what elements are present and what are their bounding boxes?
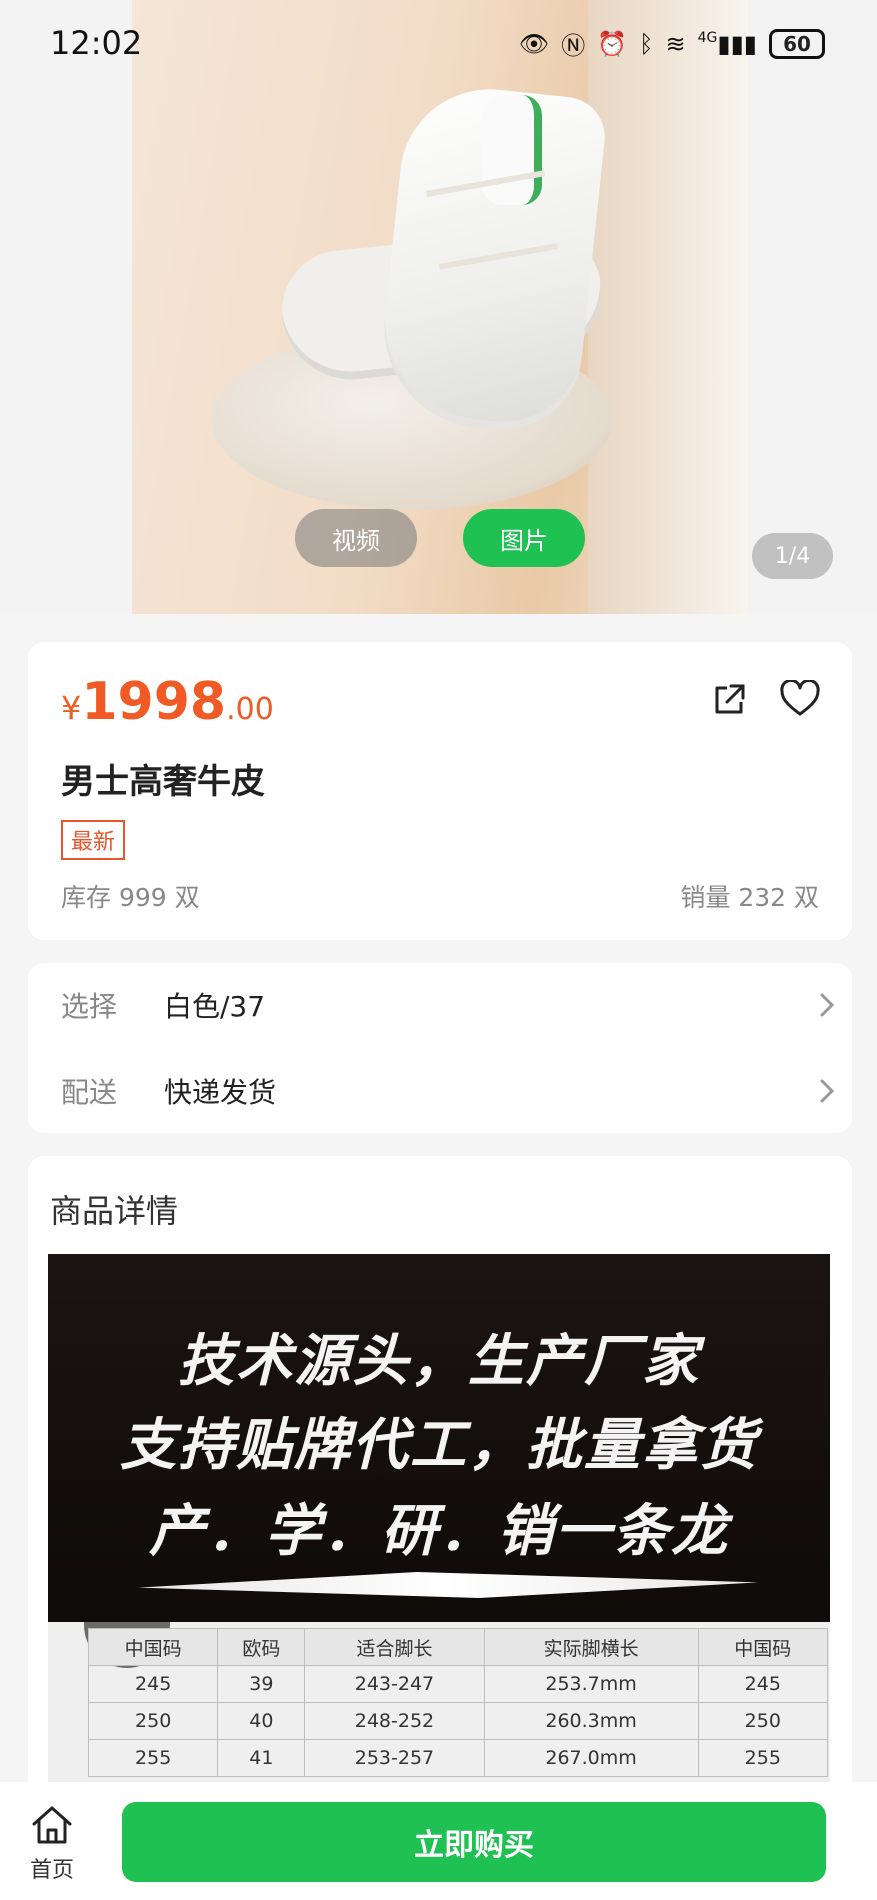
table-header-row: 中国码 欧码 适合脚长 实际脚横长 中国码 xyxy=(87,1628,829,1666)
size-chart-image: 中国码 欧码 适合脚长 实际脚横长 中国码 245 39 243-247 253… xyxy=(48,1622,830,1782)
nfc-icon: Ⓝ xyxy=(561,32,586,60)
shipping-row[interactable]: 配送 快递发货 xyxy=(28,1049,852,1133)
options-card: 选择 白色/37 配送 快递发货 xyxy=(28,963,852,1133)
table-cell: 245 xyxy=(87,1665,219,1703)
tab-image[interactable]: 图片 xyxy=(463,509,585,567)
table-cell: 39 xyxy=(217,1665,306,1703)
table-cell: 255 xyxy=(697,1739,829,1777)
select-value: 白色/37 xyxy=(164,990,266,1023)
home-icon xyxy=(32,1806,72,1844)
image-counter: 1/4 xyxy=(752,533,833,579)
poster-line: 支持贴牌代工，批量拿货 xyxy=(120,1413,758,1478)
spec-select-row[interactable]: 选择 白色/37 xyxy=(28,963,852,1047)
battery-icon: 60 xyxy=(769,28,825,59)
product-photo[interactable] xyxy=(132,0,748,614)
details-heading: 商品详情 xyxy=(50,1192,179,1230)
product-title: 男士高奢牛皮 xyxy=(61,762,265,802)
stock-count: 库存 999 双 xyxy=(61,883,200,912)
table-cell: 41 xyxy=(217,1739,306,1777)
status-time: 12:02 xyxy=(50,24,143,62)
home-button[interactable]: 首页 xyxy=(22,1804,82,1884)
home-label: 首页 xyxy=(29,1858,74,1883)
table-cell: 245 xyxy=(697,1665,829,1703)
table-header: 适合脚长 xyxy=(304,1628,485,1666)
favorite-heart-icon[interactable] xyxy=(780,680,820,718)
table-cell: 253-257 xyxy=(304,1739,485,1777)
table-cell: 267.0mm xyxy=(483,1739,699,1777)
table-header: 欧码 xyxy=(217,1628,306,1666)
product-info-card: ¥ 1998 .00 男士高奢牛皮 最新 库存 999 双 销量 232 双 xyxy=(28,642,852,940)
status-icons: 👁 Ⓝ ⏰ ᛒ ≋ 4G▮▮▮ 60 xyxy=(519,26,825,61)
price-symbol: ¥ xyxy=(61,689,82,727)
table-row: 250 40 248-252 260.3mm 250 xyxy=(87,1702,829,1740)
detail-poster-image: 技术源头，生产厂家 支持贴牌代工，批量拿货 产．学．研．销一条龙 xyxy=(48,1254,830,1624)
table-cell: 248-252 xyxy=(304,1702,485,1740)
shipping-value: 快递发货 xyxy=(164,1076,277,1109)
tab-video[interactable]: 视频 xyxy=(295,509,417,567)
price: ¥ 1998 .00 xyxy=(61,672,274,732)
table-cell: 253.7mm xyxy=(483,1665,699,1703)
chevron-right-icon xyxy=(820,993,835,1017)
product-gallery[interactable]: 视频 图片 1/4 xyxy=(0,0,877,614)
chevron-right-icon xyxy=(820,1079,835,1103)
sales-count: 销量 232 双 xyxy=(680,883,819,912)
table-row: 255 41 253-257 267.0mm 255 xyxy=(87,1739,829,1777)
table-header: 中国码 xyxy=(697,1628,829,1666)
price-integer: 1998 xyxy=(81,672,227,732)
table-cell: 255 xyxy=(87,1739,219,1777)
size-table: 中国码 欧码 适合脚长 实际脚横长 中国码 245 39 243-247 253… xyxy=(87,1628,829,1777)
poster-line: 技术源头，生产厂家 xyxy=(178,1329,700,1394)
table-cell: 243-247 xyxy=(304,1665,485,1703)
bluetooth-icon: ᛒ xyxy=(639,29,654,58)
price-decimal: .00 xyxy=(226,692,274,727)
photo-backdrop xyxy=(588,0,748,614)
poster-swoosh xyxy=(138,1572,758,1598)
bottom-action-bar: 首页 立即购买 xyxy=(0,1782,877,1900)
select-label: 选择 xyxy=(61,990,118,1023)
table-cell: 260.3mm xyxy=(483,1702,699,1740)
table-cell: 250 xyxy=(697,1702,829,1740)
shipping-label: 配送 xyxy=(61,1076,118,1109)
status-bar: 12:02 👁 Ⓝ ⏰ ᛒ ≋ 4G▮▮▮ 60 xyxy=(0,0,877,86)
table-cell: 250 xyxy=(87,1702,219,1740)
table-cell: 40 xyxy=(217,1702,306,1740)
new-badge: 最新 xyxy=(61,820,126,860)
table-header: 实际脚横长 xyxy=(483,1628,699,1666)
poster-line: 产．学．研．销一条龙 xyxy=(149,1499,729,1564)
wifi-icon: ≋ xyxy=(665,29,686,58)
buy-now-button[interactable]: 立即购买 xyxy=(122,1802,826,1882)
table-header: 中国码 xyxy=(87,1628,219,1666)
share-icon[interactable] xyxy=(711,682,747,718)
signal-icon: 4G▮▮▮ xyxy=(697,29,757,58)
eye-icon: 👁 xyxy=(518,29,550,58)
alarm-icon: ⏰ xyxy=(597,29,628,58)
table-row: 245 39 243-247 253.7mm 245 xyxy=(87,1665,829,1703)
